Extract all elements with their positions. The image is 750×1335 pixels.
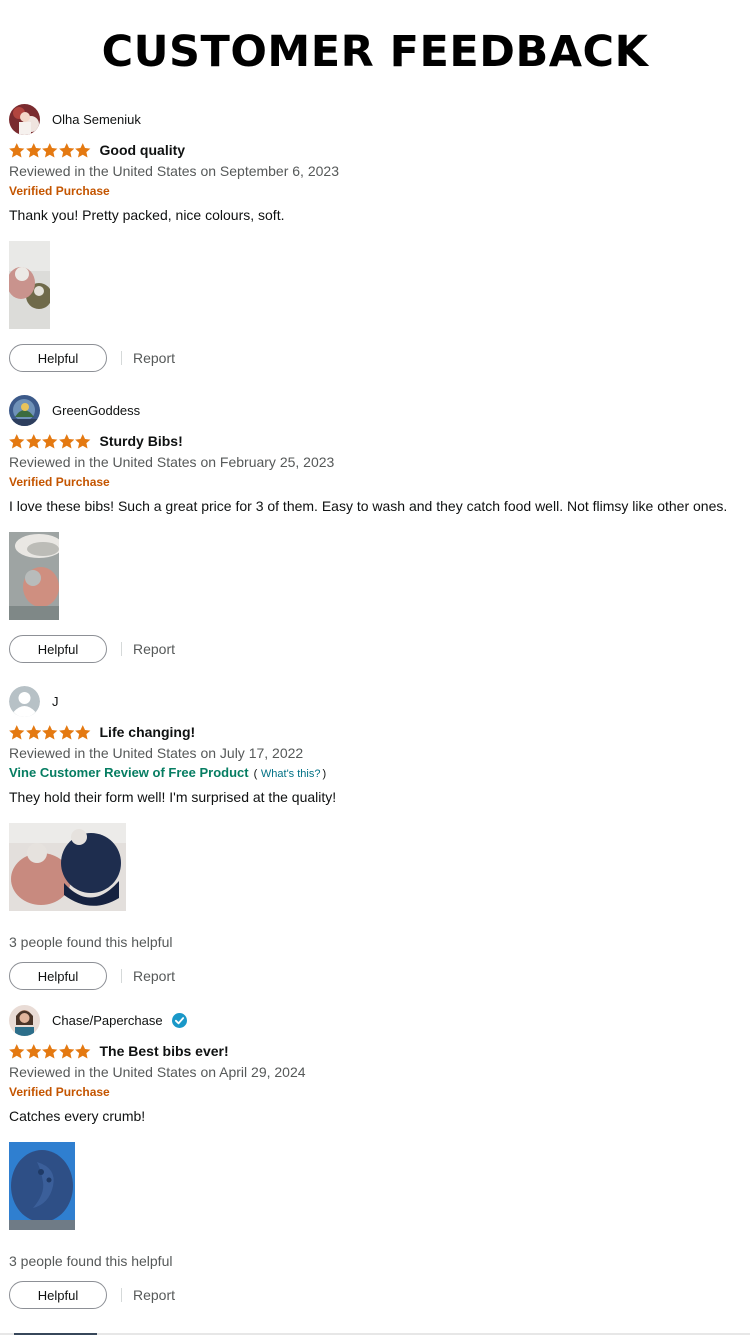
bib-photo-icon bbox=[9, 241, 50, 329]
vine-label: Vine Customer Review of Free Product bbox=[9, 765, 249, 780]
review-body: Catches every crumb! bbox=[9, 1108, 146, 1124]
star-icon bbox=[25, 142, 41, 157]
helpful-button[interactable]: Helpful bbox=[9, 635, 107, 663]
helpful-button[interactable]: Helpful bbox=[9, 1281, 107, 1309]
paren-close: ) bbox=[322, 768, 327, 780]
helpful-count: 3 people found this helpful bbox=[9, 1253, 173, 1269]
bib-photo-icon bbox=[9, 823, 126, 911]
star-icon bbox=[9, 433, 25, 448]
bib-photo-icon bbox=[9, 1142, 75, 1230]
reviewer-profile[interactable]: J bbox=[9, 685, 744, 717]
report-link[interactable]: Report bbox=[133, 968, 175, 984]
reviewer-name[interactable]: GreenGoddess bbox=[52, 403, 140, 418]
star-rating[interactable] bbox=[9, 142, 91, 158]
divider bbox=[121, 642, 122, 656]
star-icon bbox=[75, 142, 91, 157]
star-icon bbox=[9, 1043, 25, 1058]
star-icon bbox=[75, 724, 91, 739]
review-date: Reviewed in the United States on Septemb… bbox=[9, 163, 339, 179]
star-icon bbox=[42, 724, 58, 739]
avatar[interactable] bbox=[9, 394, 40, 426]
reviewer-name[interactable]: J bbox=[52, 694, 59, 709]
star-icon bbox=[42, 1043, 58, 1058]
star-icon bbox=[25, 1043, 41, 1058]
review-title[interactable]: Life changing! bbox=[100, 724, 196, 740]
star-icon bbox=[58, 142, 74, 157]
avatar-photo-icon bbox=[9, 103, 40, 135]
star-icon bbox=[75, 1043, 91, 1058]
default-user-icon bbox=[9, 685, 40, 717]
star-icon bbox=[9, 142, 25, 157]
divider bbox=[121, 1288, 122, 1302]
review-date: Reviewed in the United States on Februar… bbox=[9, 454, 335, 470]
star-icon bbox=[42, 142, 58, 157]
star-icon bbox=[75, 433, 91, 448]
reviewer-name[interactable]: Olha Semeniuk bbox=[52, 112, 141, 127]
reviewer-name[interactable]: Chase/Paperchase bbox=[52, 1013, 163, 1028]
bib-photo-icon bbox=[9, 532, 59, 620]
page-title: CUSTOMER FEEDBACK bbox=[101, 27, 649, 77]
review-image-thumbnail[interactable] bbox=[9, 532, 59, 620]
paren-open: ( bbox=[253, 768, 258, 780]
star-icon bbox=[25, 724, 41, 739]
verified-checkmark-icon bbox=[171, 1012, 187, 1028]
review-card: J Life changing! Reviewed in the United … bbox=[9, 685, 744, 991]
star-rating[interactable] bbox=[9, 724, 91, 740]
star-rating[interactable] bbox=[9, 433, 91, 449]
divider bbox=[121, 969, 122, 983]
avatar-photo-icon bbox=[9, 1004, 40, 1036]
review-body: Thank you! Pretty packed, nice colours, … bbox=[9, 207, 285, 223]
star-icon bbox=[42, 433, 58, 448]
report-link[interactable]: Report bbox=[133, 350, 175, 366]
star-icon bbox=[9, 724, 25, 739]
star-icon bbox=[58, 433, 74, 448]
review-body: They hold their form well! I'm surprised… bbox=[9, 789, 337, 805]
review-title[interactable]: The Best bibs ever! bbox=[100, 1043, 229, 1059]
review-title[interactable]: Good quality bbox=[100, 142, 186, 158]
review-date: Reviewed in the United States on July 17… bbox=[9, 745, 304, 761]
vine-review-badge: Vine Customer Review of Free Product ( Wh… bbox=[9, 764, 744, 782]
review-title[interactable]: Sturdy Bibs! bbox=[100, 433, 183, 449]
review-image-thumbnail[interactable] bbox=[9, 241, 50, 329]
review-card: GreenGoddess Sturdy Bibs! Reviewed in th… bbox=[9, 394, 744, 664]
verified-purchase-badge: Verified Purchase bbox=[9, 184, 110, 198]
reviewer-profile[interactable]: Olha Semeniuk bbox=[9, 103, 744, 135]
review-image-thumbnail[interactable] bbox=[9, 823, 126, 911]
report-link[interactable]: Report bbox=[133, 641, 175, 657]
reviewer-profile[interactable]: Chase/Paperchase bbox=[9, 1004, 744, 1036]
avatar[interactable] bbox=[9, 685, 40, 717]
report-link[interactable]: Report bbox=[133, 1287, 175, 1303]
whats-this-link[interactable]: What's this? bbox=[261, 768, 321, 780]
verified-purchase-badge: Verified Purchase bbox=[9, 475, 110, 489]
helpful-count: 3 people found this helpful bbox=[9, 934, 173, 950]
avatar[interactable] bbox=[9, 1004, 40, 1036]
verified-purchase-badge: Verified Purchase bbox=[9, 1085, 110, 1099]
star-icon bbox=[58, 1043, 74, 1058]
review-card: Olha Semeniuk Good quality Reviewed in t… bbox=[9, 103, 744, 373]
star-rating[interactable] bbox=[9, 1043, 91, 1059]
review-date: Reviewed in the United States on April 2… bbox=[9, 1064, 306, 1080]
review-image-thumbnail[interactable] bbox=[9, 1142, 75, 1230]
helpful-button[interactable]: Helpful bbox=[9, 344, 107, 372]
reviewer-profile[interactable]: GreenGoddess bbox=[9, 394, 744, 426]
star-icon bbox=[58, 724, 74, 739]
review-body: I love these bibs! Such a great price fo… bbox=[9, 498, 728, 514]
avatar-photo-icon bbox=[9, 394, 40, 426]
helpful-button[interactable]: Helpful bbox=[9, 962, 107, 990]
review-card: Chase/Paperchase The Best bibs ever! Rev… bbox=[9, 1004, 744, 1310]
star-icon bbox=[25, 433, 41, 448]
divider bbox=[121, 351, 122, 365]
avatar[interactable] bbox=[9, 103, 40, 135]
